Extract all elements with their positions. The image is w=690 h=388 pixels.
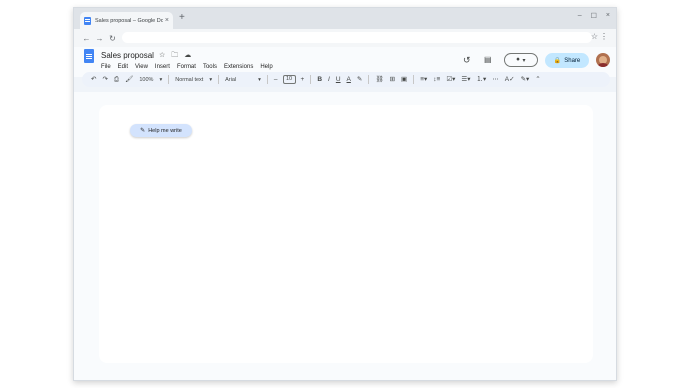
maximize-button[interactable]: ☐	[591, 12, 597, 20]
editing-mode-icon[interactable]: ✎▾	[521, 72, 530, 87]
document-page[interactable]: ✎ Help me write	[99, 105, 593, 363]
bold-button[interactable]: B	[317, 72, 322, 87]
numbered-list-icon[interactable]: ⒈▾	[477, 72, 487, 87]
font-size-input[interactable]: 10	[282, 75, 296, 84]
toolbar-divider	[310, 75, 312, 84]
menu-edit[interactable]: Edit	[118, 64, 128, 70]
toolbar-divider	[266, 75, 268, 84]
share-label: Share	[564, 57, 581, 64]
toolbar-divider	[413, 75, 415, 84]
folder-icon[interactable]: 🗀	[171, 51, 178, 62]
menu-help[interactable]: Help	[260, 64, 272, 70]
back-button[interactable]: ←	[80, 34, 93, 43]
redo-icon[interactable]: ↷	[102, 72, 107, 87]
paragraph-style-select[interactable]: Normal text ▾	[175, 77, 212, 83]
increase-font-size-button[interactable]: +	[301, 72, 305, 87]
forward-button[interactable]: →	[93, 34, 106, 43]
chevron-down-icon: ▾	[209, 76, 213, 83]
video-camera-icon: ⏺	[516, 56, 520, 63]
lock-icon: 🔒	[553, 58, 562, 64]
toolbar-divider	[168, 75, 170, 84]
paragraph-style-value: Normal text	[175, 76, 204, 83]
menu-bar: File Edit View Insert Format Tools Exten…	[101, 64, 273, 70]
spellcheck-icon[interactable]: A✓	[505, 72, 515, 87]
collapse-toolbar-icon[interactable]: ⌃	[535, 72, 540, 87]
meet-button[interactable]: ⏺ ▾	[504, 53, 538, 67]
insert-image-icon[interactable]: ▣	[401, 72, 407, 87]
new-tab-button[interactable]: +	[179, 13, 185, 23]
browser-titlebar: Sales proposal – Google Docs × + – ☐ ×	[74, 8, 616, 29]
help-me-write-label: Help me write	[148, 127, 182, 134]
font-select[interactable]: Arial ▾	[225, 77, 261, 83]
window-controls: – ☐ ×	[578, 12, 610, 20]
comments-icon[interactable]: ▤	[484, 55, 492, 64]
avatar[interactable]	[596, 53, 610, 67]
menu-format[interactable]: Format	[177, 64, 196, 70]
chevron-down-icon: ▾	[258, 76, 261, 83]
highlight-icon[interactable]: ✎	[357, 72, 362, 87]
add-comment-icon[interactable]: ⊞	[390, 72, 395, 87]
title-actions: ☆ 🗀 ☁	[159, 51, 191, 62]
font-value: Arial	[225, 76, 237, 83]
underline-button[interactable]: U	[336, 72, 341, 87]
browser-toolbar: ← → ↻ ☆ ⋮	[74, 29, 616, 47]
help-me-write-button[interactable]: ✎ Help me write	[130, 124, 192, 137]
star-icon[interactable]: ☆	[159, 51, 165, 62]
docs-favicon-icon	[84, 16, 91, 25]
browser-menu-icon[interactable]: ⋮	[600, 32, 608, 41]
menu-insert[interactable]: Insert	[155, 64, 170, 70]
toolbar-divider	[368, 75, 370, 84]
chevron-down-icon: ▾	[522, 57, 526, 64]
bulleted-list-icon[interactable]: ☰▾	[461, 72, 470, 87]
zoom-value: 100%	[139, 76, 154, 83]
address-bar[interactable]	[122, 32, 592, 43]
text-color-button[interactable]: A	[347, 72, 351, 87]
decrease-font-size-button[interactable]: –	[274, 72, 278, 87]
chevron-down-icon: ▾	[159, 76, 163, 83]
menu-view[interactable]: View	[135, 64, 148, 70]
share-button[interactable]: 🔒 Share	[545, 53, 589, 68]
checklist-icon[interactable]: ☑▾	[446, 72, 455, 87]
line-spacing-icon[interactable]: ↕≡	[433, 72, 440, 87]
bookmark-star-icon[interactable]: ☆	[591, 32, 598, 41]
minimize-button[interactable]: –	[578, 12, 582, 20]
document-canvas: ✎ Help me write	[74, 92, 616, 380]
align-icon[interactable]: ≡▾	[420, 72, 427, 87]
zoom-select[interactable]: 100% ▾	[139, 77, 162, 83]
version-history-icon[interactable]: ↺	[463, 55, 471, 66]
undo-icon[interactable]: ↶	[91, 72, 96, 87]
toolbar-divider	[218, 75, 220, 84]
menu-extensions[interactable]: Extensions	[224, 64, 253, 70]
reload-button[interactable]: ↻	[106, 34, 119, 43]
tab-title: Sales proposal – Google Docs	[95, 17, 163, 24]
document-title[interactable]: Sales proposal	[101, 51, 154, 60]
menu-tools[interactable]: Tools	[203, 64, 217, 70]
close-tab-icon[interactable]: ×	[165, 17, 169, 24]
print-icon[interactable]: ⎙	[114, 72, 119, 87]
cloud-icon[interactable]: ☁	[184, 51, 191, 62]
link-icon[interactable]: ⛓	[375, 72, 383, 87]
formatting-toolbar: ↶ ↷ ⎙ 🖌 100% ▾ Normal text ▾ Arial ▾ – 1…	[82, 72, 610, 87]
more-options-icon[interactable]: ⋯	[492, 72, 499, 87]
magic-pen-icon: ✎	[140, 128, 146, 134]
paint-format-icon[interactable]: 🖌	[125, 72, 133, 87]
browser-tab[interactable]: Sales proposal – Google Docs ×	[80, 12, 173, 29]
menu-file[interactable]: File	[101, 64, 111, 70]
close-window-button[interactable]: ×	[606, 12, 610, 20]
italic-button[interactable]: I	[328, 72, 330, 87]
docs-logo-icon[interactable]	[84, 49, 94, 63]
browser-window: Sales proposal – Google Docs × + – ☐ × ←…	[73, 7, 617, 381]
